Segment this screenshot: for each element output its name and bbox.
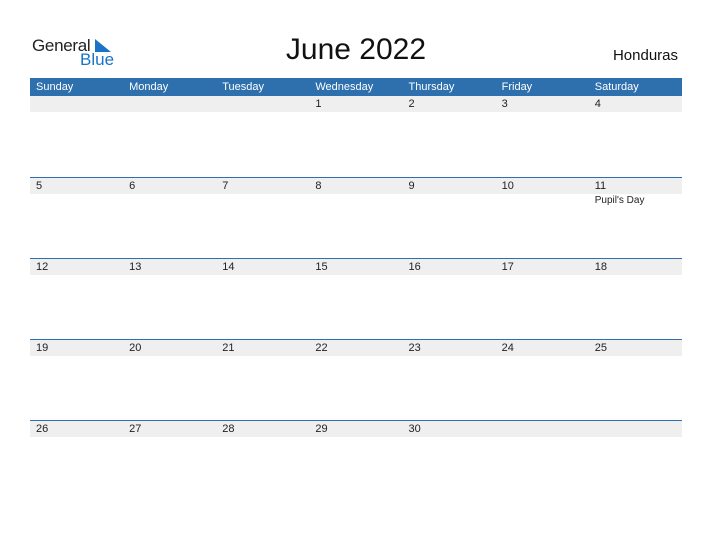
events-row: Pupil's Day bbox=[30, 194, 682, 207]
day-number: 23 bbox=[408, 342, 421, 354]
weekday-sunday: Sunday bbox=[36, 81, 74, 93]
holiday-label bbox=[403, 194, 496, 207]
week-row: 5 6 7 8 9 10 11 Pupil's Day bbox=[30, 177, 682, 258]
date-bar: 5 6 7 8 9 10 11 bbox=[30, 177, 682, 194]
week-row: 12 13 14 15 16 17 18 bbox=[30, 258, 682, 339]
date-bar: 19 20 21 22 23 24 25 bbox=[30, 339, 682, 356]
day-number: 15 bbox=[315, 261, 328, 273]
day-number: 26 bbox=[36, 423, 49, 435]
holiday-label bbox=[123, 194, 216, 207]
weekday-wednesday: Wednesday bbox=[315, 81, 374, 93]
day-number: 24 bbox=[501, 342, 514, 354]
holiday-label bbox=[216, 194, 309, 207]
holiday-label bbox=[309, 194, 402, 207]
week-row: 19 20 21 22 23 24 25 bbox=[30, 339, 682, 420]
day-number: 8 bbox=[315, 180, 322, 192]
holiday-label bbox=[496, 194, 589, 207]
date-bar: 1 2 3 4 bbox=[30, 96, 682, 112]
day-number bbox=[30, 96, 123, 112]
weekday-tuesday: Tuesday bbox=[222, 81, 265, 93]
weekday-saturday: Saturday bbox=[594, 81, 639, 93]
day-number: 7 bbox=[222, 180, 229, 192]
day-number: 14 bbox=[222, 261, 235, 273]
day-number: 3 bbox=[501, 98, 508, 110]
day-number: 11 bbox=[594, 180, 607, 192]
weekday-monday: Monday bbox=[129, 81, 169, 93]
country-label: Honduras bbox=[612, 47, 678, 64]
holiday-label bbox=[30, 194, 123, 207]
day-number bbox=[123, 96, 216, 112]
day-number: 10 bbox=[501, 180, 514, 192]
date-bar: 26 27 28 29 30 bbox=[30, 420, 682, 437]
date-bar: 12 13 14 15 16 17 18 bbox=[30, 258, 682, 275]
day-number: 16 bbox=[408, 261, 421, 273]
week-row: 26 27 28 29 30 bbox=[30, 420, 682, 501]
day-number: 6 bbox=[129, 180, 136, 192]
weekday-thursday: Thursday bbox=[408, 81, 455, 93]
day-number: 2 bbox=[408, 98, 415, 110]
day-number bbox=[589, 421, 682, 437]
day-number: 30 bbox=[408, 423, 421, 435]
day-number bbox=[216, 96, 309, 112]
day-number: 1 bbox=[315, 98, 322, 110]
week-row: 1 2 3 4 bbox=[30, 96, 682, 177]
day-number: 13 bbox=[129, 261, 142, 273]
page-title: June 2022 bbox=[285, 33, 427, 66]
day-number: 17 bbox=[501, 261, 514, 273]
day-number: 25 bbox=[594, 342, 607, 354]
day-number: 27 bbox=[129, 423, 142, 435]
day-number: 21 bbox=[222, 342, 235, 354]
day-number: 18 bbox=[594, 261, 607, 273]
day-number: 12 bbox=[36, 261, 49, 273]
weekday-header: Sunday Monday Tuesday Wednesday Thursday… bbox=[30, 78, 682, 96]
weekday-friday: Friday bbox=[501, 81, 533, 93]
day-number bbox=[496, 421, 589, 437]
day-number: 5 bbox=[36, 180, 43, 192]
day-number: 9 bbox=[408, 180, 415, 192]
holiday-label: Pupil's Day bbox=[594, 195, 645, 206]
day-number: 20 bbox=[129, 342, 142, 354]
day-number: 19 bbox=[36, 342, 49, 354]
day-number: 22 bbox=[315, 342, 328, 354]
day-number: 4 bbox=[594, 98, 601, 110]
day-number: 29 bbox=[315, 423, 328, 435]
day-number: 28 bbox=[222, 423, 235, 435]
